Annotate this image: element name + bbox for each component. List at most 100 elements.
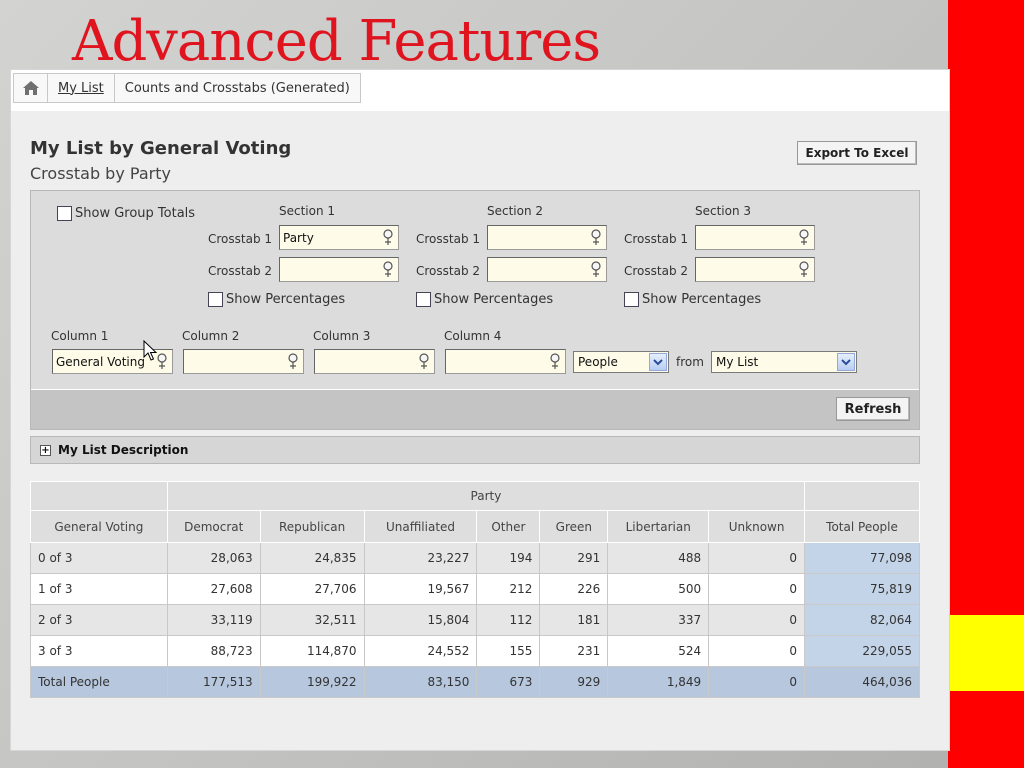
map-pin-icon[interactable] xyxy=(798,261,810,278)
map-pin-icon[interactable] xyxy=(590,261,602,278)
section-1-crosstab-1-field[interactable]: Party xyxy=(279,225,399,250)
entity-type-select[interactable]: People xyxy=(573,351,669,373)
column-header: Unaffiliated xyxy=(363,510,478,543)
section-2-show-percentages-option[interactable]: Show Percentages xyxy=(416,292,553,307)
section-3-crosstab-1-label: Crosstab 1 xyxy=(624,232,689,246)
map-pin-icon[interactable] xyxy=(287,353,299,370)
column-header: Libertarian xyxy=(607,510,710,543)
options-panel-footer: Refresh xyxy=(31,389,919,429)
section-1-show-percentages-checkbox[interactable] xyxy=(208,292,223,307)
table-cell: 181 xyxy=(539,604,609,636)
section-3-show-percentages-option[interactable]: Show Percentages xyxy=(624,292,761,307)
table-cell: 114,870 xyxy=(259,635,365,667)
table-cell: 155 xyxy=(476,635,541,667)
column-1-label: Column 1 xyxy=(51,329,109,343)
from-label: from xyxy=(676,355,704,369)
breadcrumb-link-my-list[interactable]: My List xyxy=(48,74,115,102)
entity-type-value: People xyxy=(578,355,618,369)
column-4-field[interactable] xyxy=(445,349,566,374)
column-header: Democrat xyxy=(166,510,261,543)
table-cell: 33,119 xyxy=(166,604,261,636)
home-icon xyxy=(22,81,39,95)
row-label: 1 of 3 xyxy=(30,573,168,605)
row-label: 2 of 3 xyxy=(30,604,168,636)
totals-row-label: Total People xyxy=(30,666,168,698)
total-people-header: Total People xyxy=(804,510,920,543)
map-pin-icon[interactable] xyxy=(156,353,168,370)
totals-cell: 0 xyxy=(708,666,806,698)
table-row: 1 of 3 27,608 27,706 19,567 212 226 500 … xyxy=(30,573,920,605)
table-cell: 0 xyxy=(708,635,806,667)
section-1-show-percentages-option[interactable]: Show Percentages xyxy=(208,292,345,307)
show-group-totals-checkbox[interactable] xyxy=(57,206,72,221)
section-2-crosstab-1-field[interactable] xyxy=(487,225,607,250)
crosstab-options-panel: Show Group Totals Section 1 Crosstab 1 P… xyxy=(30,190,920,430)
map-pin-icon[interactable] xyxy=(382,261,394,278)
slide-title: Advanced Features xyxy=(72,9,601,74)
source-list-select[interactable]: My List xyxy=(711,351,857,373)
list-description-label: My List Description xyxy=(58,443,189,457)
table-cell: 23,227 xyxy=(363,542,478,574)
section-3-crosstab-2-label: Crosstab 2 xyxy=(624,264,689,278)
chevron-down-icon[interactable] xyxy=(649,353,667,371)
column-2-field[interactable] xyxy=(183,349,304,374)
report-title: My List by General Voting xyxy=(30,138,292,159)
totals-cell: 199,922 xyxy=(259,666,365,698)
column-header: Other xyxy=(476,510,541,543)
breadcrumb-current: Counts and Crosstabs (Generated) xyxy=(124,80,350,96)
map-pin-icon[interactable] xyxy=(382,229,394,246)
totals-cell: 1,849 xyxy=(607,666,710,698)
table-cell: 112 xyxy=(476,604,541,636)
general-voting-header: General Voting xyxy=(30,510,168,543)
map-pin-icon[interactable] xyxy=(798,229,810,246)
section-3-show-percentages-checkbox[interactable] xyxy=(624,292,639,307)
section-3-crosstab-1-field[interactable] xyxy=(695,225,815,250)
table-cell: 0 xyxy=(708,573,806,605)
table-cell: 19,567 xyxy=(363,573,478,605)
section-2-crosstab-2-label: Crosstab 2 xyxy=(416,264,481,278)
table-cell: 27,706 xyxy=(259,573,365,605)
column-3-field[interactable] xyxy=(314,349,435,374)
map-pin-icon[interactable] xyxy=(590,229,602,246)
section-3-heading: Section 3 xyxy=(695,204,752,218)
table-row: 3 of 3 88,723 114,870 24,552 155 231 524… xyxy=(30,635,920,667)
breadcrumb-bar: My List Counts and Crosstabs (Generated) xyxy=(11,70,949,111)
row-total-cell: 82,064 xyxy=(804,604,920,636)
row-label: 0 of 3 xyxy=(30,542,168,574)
table-cell: 291 xyxy=(539,542,609,574)
row-total-cell: 75,819 xyxy=(804,573,920,605)
plus-box-icon[interactable]: + xyxy=(40,444,51,456)
section-3-crosstab-2-field[interactable] xyxy=(695,257,815,282)
crosstab-table: Party General Voting Democrat Republican… xyxy=(30,481,920,698)
section-2-crosstab-2-field[interactable] xyxy=(487,257,607,282)
map-pin-icon[interactable] xyxy=(418,353,430,370)
export-to-excel-button[interactable]: Export To Excel xyxy=(797,141,917,165)
totals-cell: 929 xyxy=(539,666,609,698)
table-header-blank xyxy=(30,481,168,511)
table-row: 0 of 3 28,063 24,835 23,227 194 291 488 … xyxy=(30,542,920,574)
report-subtitle: Crosstab by Party xyxy=(30,164,171,183)
table-cell: 0 xyxy=(708,604,806,636)
table-cell: 0 xyxy=(708,542,806,574)
table-cell: 337 xyxy=(607,604,710,636)
table-cell: 28,063 xyxy=(166,542,261,574)
refresh-button[interactable]: Refresh xyxy=(836,397,910,421)
list-description-bar[interactable]: + My List Description xyxy=(30,436,920,464)
table-cell: 226 xyxy=(539,573,609,605)
section-2-show-percentages-checkbox[interactable] xyxy=(416,292,431,307)
grand-total-cell: 464,036 xyxy=(804,666,920,698)
chevron-down-icon[interactable] xyxy=(837,353,855,371)
section-2-heading: Section 2 xyxy=(487,204,544,218)
table-cell: 500 xyxy=(607,573,710,605)
map-pin-icon[interactable] xyxy=(549,353,561,370)
party-group-header: Party xyxy=(166,481,806,511)
app-window: My List Counts and Crosstabs (Generated)… xyxy=(10,69,950,751)
table-cell: 488 xyxy=(607,542,710,574)
column-2-label: Column 2 xyxy=(182,329,240,343)
breadcrumb-home[interactable] xyxy=(14,74,48,102)
section-1-crosstab-2-label: Crosstab 2 xyxy=(208,264,273,278)
section-1-crosstab-2-field[interactable] xyxy=(279,257,399,282)
table-cell: 194 xyxy=(476,542,541,574)
show-group-totals-option[interactable]: Show Group Totals xyxy=(57,206,195,221)
row-total-cell: 77,098 xyxy=(804,542,920,574)
